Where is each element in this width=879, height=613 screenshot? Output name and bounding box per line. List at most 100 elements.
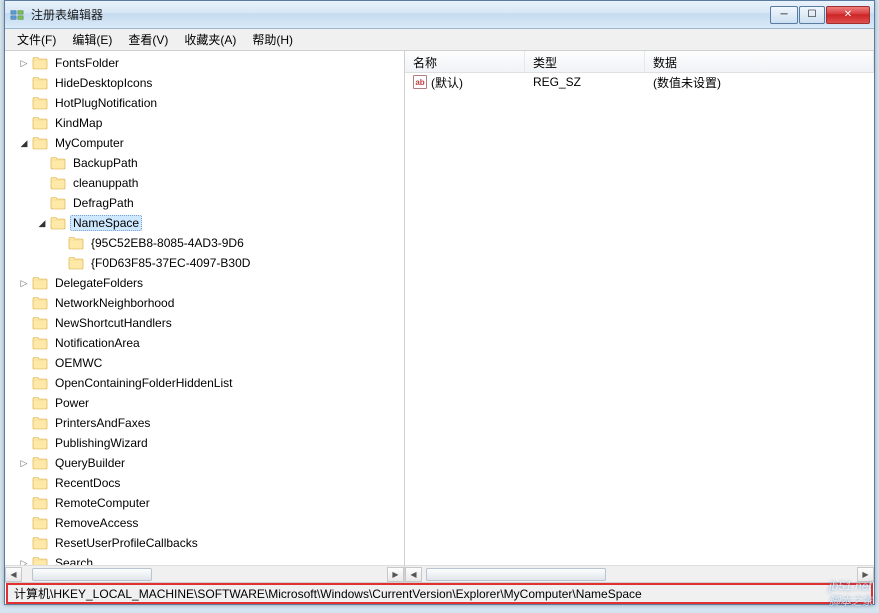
folder-icon: [32, 475, 48, 491]
tree-item-label: NewShortcutHandlers: [52, 315, 175, 331]
tree-item[interactable]: {95C52EB8-8085-4AD3-9D6: [9, 233, 404, 253]
list-row[interactable]: ab (默认) REG_SZ (数值未设置): [405, 73, 874, 91]
cell-data: (数值未设置): [645, 74, 874, 91]
tree-item[interactable]: DefragPath: [9, 193, 404, 213]
no-expand-icon: [17, 116, 31, 130]
col-data[interactable]: 数据: [645, 51, 874, 72]
tree-item[interactable]: OEMWC: [9, 353, 404, 373]
menu-file[interactable]: 文件(F): [9, 29, 64, 50]
tree-item[interactable]: KindMap: [9, 113, 404, 133]
scroll-thumb[interactable]: [32, 568, 152, 581]
maximize-button[interactable]: ☐: [799, 6, 825, 24]
expand-icon[interactable]: ▷: [17, 56, 31, 70]
scroll-right-icon[interactable]: ▶: [387, 567, 404, 582]
collapse-icon[interactable]: ◢: [35, 216, 49, 230]
folder-icon: [50, 155, 66, 171]
tree-item[interactable]: HideDesktopIcons: [9, 73, 404, 93]
folder-icon: [68, 255, 84, 271]
app-icon: [9, 7, 25, 23]
menu-view[interactable]: 查看(V): [120, 29, 176, 50]
scroll-left-icon[interactable]: ◀: [5, 567, 22, 582]
tree-item-label: {95C52EB8-8085-4AD3-9D6: [88, 235, 247, 251]
close-button[interactable]: ✕: [826, 6, 870, 24]
folder-icon: [32, 275, 48, 291]
tree-item[interactable]: ◢MyComputer: [9, 133, 404, 153]
no-expand-icon: [35, 176, 49, 190]
tree-item-label: FontsFolder: [52, 55, 122, 71]
tree-item[interactable]: BackupPath: [9, 153, 404, 173]
scroll-right-icon[interactable]: ▶: [857, 567, 874, 582]
scroll-track[interactable]: [422, 567, 857, 582]
col-type[interactable]: 类型: [525, 51, 645, 72]
tree-item[interactable]: OpenContainingFolderHiddenList: [9, 373, 404, 393]
status-path: 计算机\HKEY_LOCAL_MACHINE\SOFTWARE\Microsof…: [14, 585, 642, 602]
tree-item[interactable]: RemoteComputer: [9, 493, 404, 513]
folder-icon: [32, 115, 48, 131]
folder-icon: [32, 495, 48, 511]
list-hscroll[interactable]: ◀ ▶: [405, 565, 874, 582]
menu-favorites[interactable]: 收藏夹(A): [176, 29, 244, 50]
tree-item[interactable]: PublishingWizard: [9, 433, 404, 453]
no-expand-icon: [17, 76, 31, 90]
value-name: (默认): [431, 74, 463, 91]
expand-icon[interactable]: ▷: [17, 276, 31, 290]
tree-item-label: PrintersAndFaxes: [52, 415, 153, 431]
registry-editor-window: 注册表编辑器 ─ ☐ ✕ 文件(F) 编辑(E) 查看(V) 收藏夹(A) 帮助…: [4, 0, 875, 605]
folder-icon: [50, 195, 66, 211]
no-expand-icon: [17, 416, 31, 430]
tree-item[interactable]: ▷QueryBuilder: [9, 453, 404, 473]
window-title: 注册表编辑器: [31, 6, 770, 23]
tree-item[interactable]: NotificationArea: [9, 333, 404, 353]
scroll-left-icon[interactable]: ◀: [405, 567, 422, 582]
tree-item[interactable]: cleanuppath: [9, 173, 404, 193]
tree-item-label: HotPlugNotification: [52, 95, 160, 111]
menu-help[interactable]: 帮助(H): [244, 29, 301, 50]
tree-item[interactable]: ◢ NameSpace: [9, 213, 404, 233]
no-expand-icon: [17, 396, 31, 410]
tree-item[interactable]: ▷ FontsFolder: [9, 53, 404, 73]
tree-hscroll[interactable]: ◀ ▶: [5, 565, 404, 582]
no-expand-icon: [35, 196, 49, 210]
tree-item[interactable]: NetworkNeighborhood: [9, 293, 404, 313]
tree-item[interactable]: ▷ Search: [9, 553, 404, 565]
expand-icon[interactable]: ▷: [17, 456, 31, 470]
minimize-button[interactable]: ─: [770, 6, 798, 24]
scroll-track[interactable]: [22, 567, 387, 582]
tree-item[interactable]: Power: [9, 393, 404, 413]
titlebar[interactable]: 注册表编辑器 ─ ☐ ✕: [5, 1, 874, 29]
folder-icon: [50, 215, 66, 231]
folder-icon: [32, 355, 48, 371]
menu-edit[interactable]: 编辑(E): [64, 29, 120, 50]
collapse-icon[interactable]: ◢: [17, 136, 31, 150]
content-area: ▷ FontsFolder HideDesktopIcons HotPlugNotif…: [5, 51, 874, 583]
tree-item[interactable]: PrintersAndFaxes: [9, 413, 404, 433]
tree-item-label: PublishingWizard: [52, 435, 151, 451]
col-name[interactable]: 名称: [405, 51, 525, 72]
tree-item[interactable]: NewShortcutHandlers: [9, 313, 404, 333]
tree-item[interactable]: RecentDocs: [9, 473, 404, 493]
scroll-thumb[interactable]: [426, 568, 606, 581]
tree-item-label: Power: [52, 395, 92, 411]
expand-icon[interactable]: ▷: [17, 556, 31, 565]
tree-item[interactable]: RemoveAccess: [9, 513, 404, 533]
tree-item-label: NameSpace: [70, 215, 142, 231]
tree-item-label: BackupPath: [70, 155, 141, 171]
statusbar: 计算机\HKEY_LOCAL_MACHINE\SOFTWARE\Microsof…: [6, 583, 873, 604]
tree-item[interactable]: HotPlugNotification: [9, 93, 404, 113]
tree-item-label: Search: [52, 555, 96, 565]
no-expand-icon: [17, 316, 31, 330]
tree-item[interactable]: ▷DelegateFolders: [9, 273, 404, 293]
folder-icon: [32, 395, 48, 411]
folder-icon: [32, 335, 48, 351]
tree-pane: ▷ FontsFolder HideDesktopIcons HotPlugNotif…: [5, 51, 405, 582]
registry-tree[interactable]: ▷ FontsFolder HideDesktopIcons HotPlugNotif…: [5, 51, 404, 565]
tree-item[interactable]: ResetUserProfileCallbacks: [9, 533, 404, 553]
tree-item[interactable]: {F0D63F85-37EC-4097-B30D: [9, 253, 404, 273]
folder-icon: [32, 515, 48, 531]
no-expand-icon: [17, 336, 31, 350]
tree-item-label: OEMWC: [52, 355, 105, 371]
tree-item-label: cleanuppath: [70, 175, 141, 191]
tree-item-label: RecentDocs: [52, 475, 123, 491]
cell-type: REG_SZ: [525, 75, 645, 89]
no-expand-icon: [17, 356, 31, 370]
